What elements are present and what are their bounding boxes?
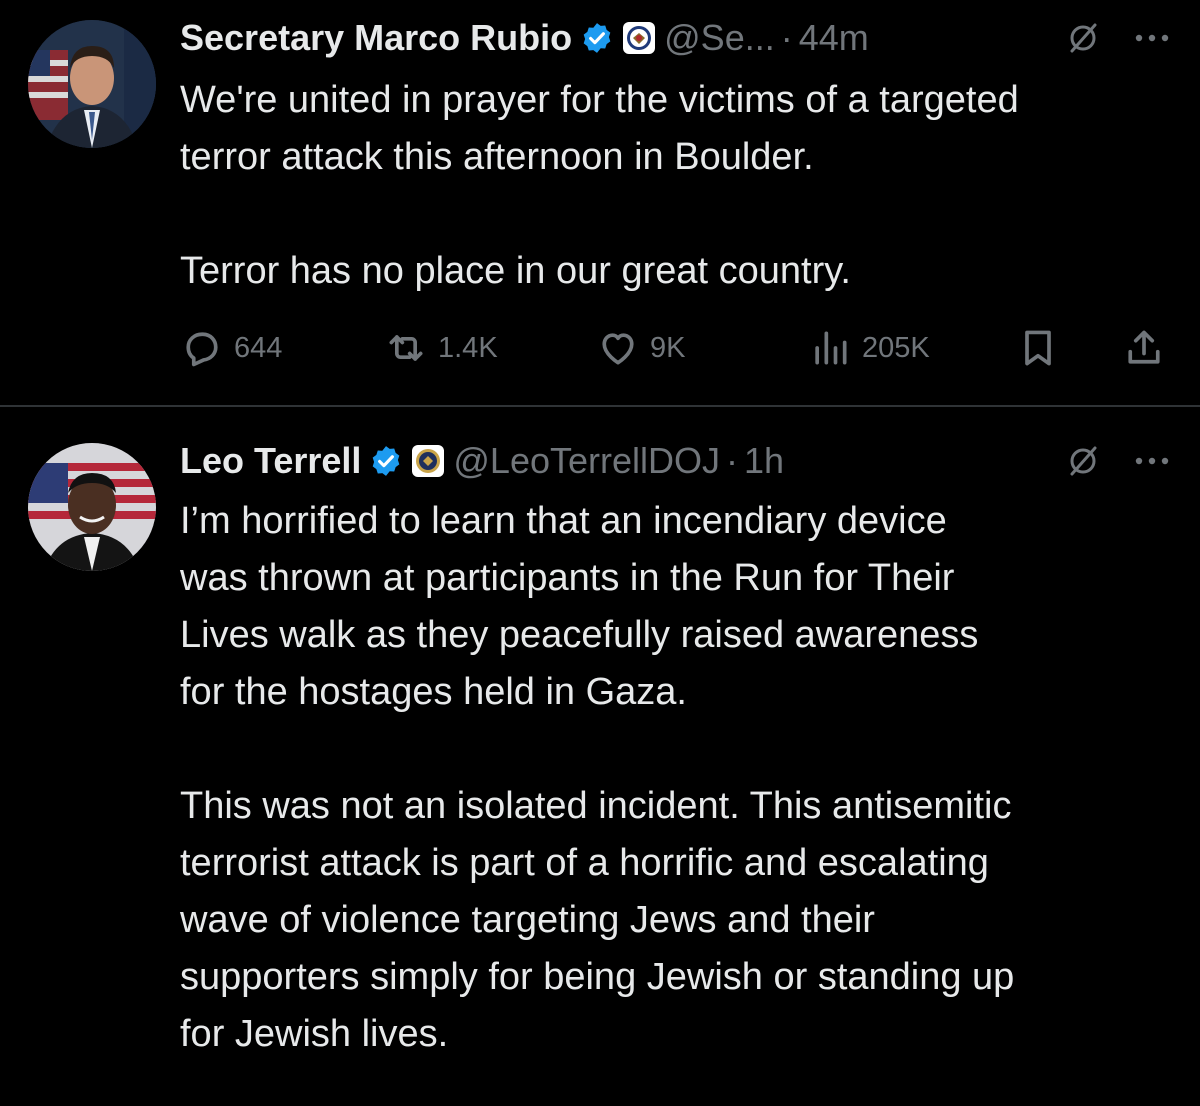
- timestamp[interactable]: 1h: [744, 440, 784, 482]
- like-icon: [602, 333, 634, 365]
- views-icon: [815, 331, 847, 365]
- affiliation-seal-icon[interactable]: [411, 444, 445, 478]
- like-count: 9K: [650, 331, 686, 364]
- author-handle[interactable]: @LeoTerrellDOJ: [453, 440, 720, 482]
- share-icon: [1128, 330, 1160, 364]
- author-name[interactable]: Leo Terrell: [180, 440, 361, 482]
- tweet-text: We're united in prayer for the victims o…: [180, 79, 1019, 292]
- avatar-rubio-image: [28, 20, 156, 148]
- tweet-terrell[interactable]: Leo Terrell @LeoTerrellDOJ · 1h I’m horr…: [0, 407, 1200, 1106]
- bookmark-button[interactable]: [1016, 320, 1070, 376]
- tweet-header: Secretary Marco Rubio @Se... · 44m: [180, 14, 1170, 62]
- reply-count: 644: [234, 331, 283, 364]
- more-icon[interactable]: [1134, 456, 1170, 466]
- timestamp[interactable]: 44m: [799, 17, 869, 59]
- author-name[interactable]: Secretary Marco Rubio: [180, 17, 572, 59]
- author-handle[interactable]: @Se...: [664, 17, 775, 59]
- view-count: 205K: [862, 331, 930, 364]
- tweet-text: I’m horrified to learn that an incendiar…: [180, 500, 1015, 1055]
- tweet-rubio[interactable]: Secretary Marco Rubio @Se... · 44m We're…: [0, 0, 1200, 405]
- avatar-terrell[interactable]: [28, 443, 156, 571]
- reply-icon: [186, 332, 218, 367]
- more-icon[interactable]: [1134, 33, 1170, 43]
- reply-button[interactable]: 644: [180, 320, 282, 376]
- grok-icon[interactable]: [1066, 21, 1100, 55]
- bookmark-icon: [1025, 330, 1051, 366]
- verified-badge-icon[interactable]: [369, 444, 403, 478]
- views-button[interactable]: 205K: [808, 320, 930, 376]
- tweet-actions: 644 1.4K 9K 205K: [180, 320, 1170, 376]
- separator-dot: ·: [780, 17, 793, 58]
- avatar-terrell-image: [28, 443, 156, 571]
- affiliation-seal-icon[interactable]: [622, 21, 656, 55]
- like-button[interactable]: 9K: [596, 320, 685, 376]
- tweet-header: Leo Terrell @LeoTerrellDOJ · 1h: [180, 437, 1170, 485]
- verified-badge-icon[interactable]: [580, 21, 614, 55]
- avatar-rubio[interactable]: [28, 20, 156, 148]
- repost-count: 1.4K: [438, 331, 498, 364]
- grok-icon[interactable]: [1066, 444, 1100, 478]
- share-button[interactable]: [1122, 320, 1176, 376]
- repost-icon: [389, 335, 423, 361]
- repost-button[interactable]: 1.4K: [384, 320, 498, 376]
- separator-dot: ·: [726, 440, 739, 481]
